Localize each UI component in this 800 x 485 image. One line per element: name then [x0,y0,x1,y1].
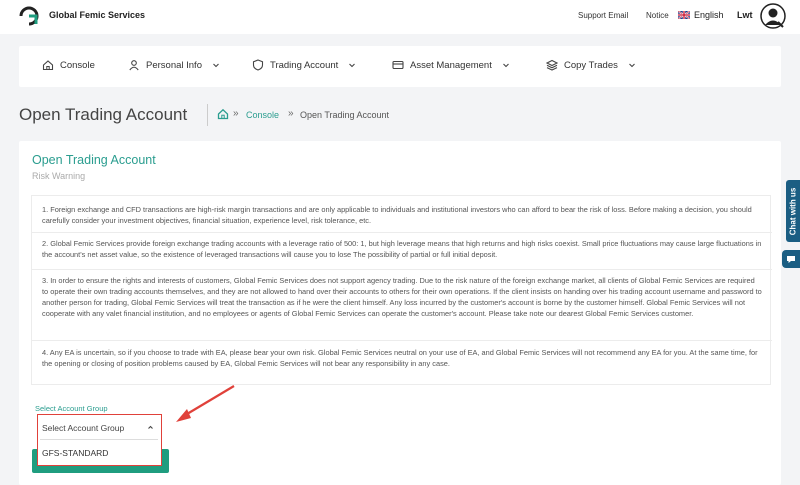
nav-label: Asset Management [410,59,492,71]
notice-link[interactable]: Notice [646,11,669,20]
support-email-link[interactable]: Support Email [578,11,628,20]
account-group-select[interactable]: Select Account Group [40,417,158,438]
nav-item-personal-info[interactable]: Personal Info [128,59,220,71]
risk-paragraph-4: 4. Any EA is uncertain, so if you choose… [42,348,758,368]
divider [32,340,772,341]
select-placeholder: Select Account Group [42,422,125,433]
brand-logo-icon[interactable] [18,5,40,27]
option-gfs-standard[interactable]: GFS-STANDARD [40,444,158,462]
nav-item-asset-management[interactable]: Asset Management [392,59,510,71]
nav-label: Copy Trades [564,59,618,71]
card-subtitle: Risk Warning [32,171,86,181]
chevron-down-icon [502,63,509,68]
nav-item-trading-account[interactable]: Trading Account [252,59,356,71]
breadcrumb-console[interactable]: Console [246,110,279,120]
nav-item-copy-trades[interactable]: Copy Trades [546,59,636,71]
account-group-dropdown[interactable]: Select Account Group GFS-STANDARD [37,414,162,466]
divider [207,104,208,126]
chat-label: Chat with us [788,187,798,235]
arrow-annotation-icon [176,385,235,422]
avatar-icon[interactable] [760,3,786,29]
username[interactable]: Lwt [737,10,753,20]
person-icon [129,60,139,71]
main-nav: Console Personal Info Trading Account As… [19,46,781,87]
shield-icon [252,59,264,71]
home-icon [42,60,54,71]
open-account-card: Open Trading Account Risk Warning 1. For… [19,141,781,485]
layers-icon [546,59,558,71]
select-account-group-label: Select Account Group [35,404,108,413]
divider [32,232,772,233]
divider [32,269,772,270]
breadcrumb-current: Open Trading Account [300,110,390,120]
breadcrumb-home-icon[interactable] [217,108,229,120]
chevron-up-icon [148,425,153,429]
nav-label: Personal Info [146,59,202,71]
divider [40,439,158,440]
risk-paragraph-3: 3. In order to ensure the rights and int… [42,276,762,318]
nav-label: Trading Account [270,59,339,71]
risk-warning-box: 1. Foreign exchange and CFD transactions… [31,195,772,385]
breadcrumb-separator: » [233,108,239,119]
chevron-down-icon [628,63,635,68]
top-bar: Global Femic Services Support Email Noti… [0,0,800,34]
page-title: Open Trading Account [19,105,188,124]
uk-flag-icon [678,11,690,19]
chevron-down-icon [349,63,356,68]
risk-paragraph-1: 1. Foreign exchange and CFD transactions… [42,205,752,225]
chat-with-us-button[interactable]: Chat with us [786,180,800,242]
chat-bubble-icon[interactable] [782,250,800,268]
chevron-down-icon [213,63,219,68]
language-selector[interactable]: English [694,10,724,20]
nav-item-console[interactable]: Console [42,59,95,71]
brand-name: Global Femic Services [49,10,146,20]
nav-label: Console [60,59,95,71]
card-title: Open Trading Account [32,153,156,167]
card-icon [392,60,404,70]
breadcrumb-separator: » [288,108,294,119]
risk-paragraph-2: 2. Global Femic Services provide foreign… [42,239,762,259]
